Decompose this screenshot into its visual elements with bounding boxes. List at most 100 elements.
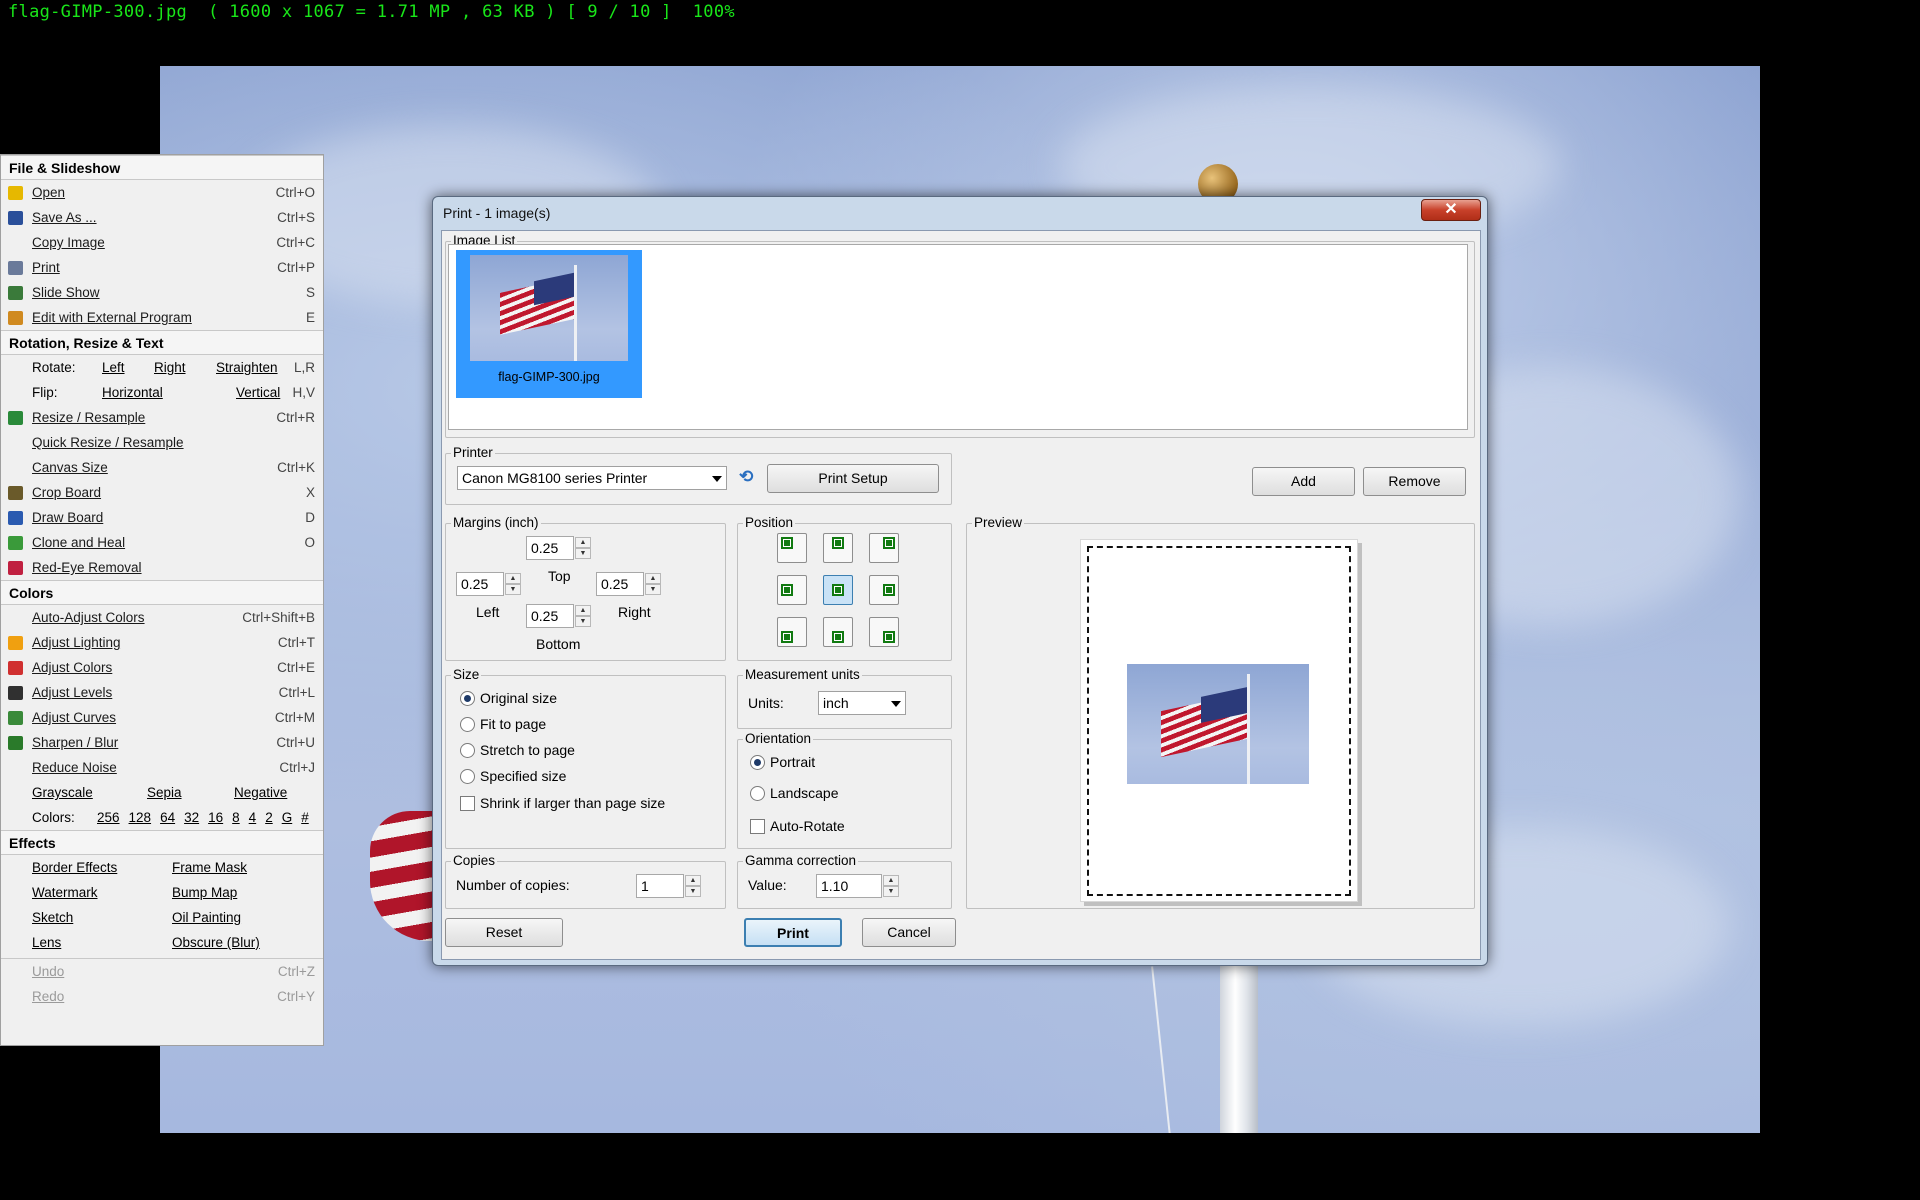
color-depth-link[interactable]: 128 [129, 810, 152, 825]
margin-top-input[interactable]: 0.25 ▲ ▼ [526, 536, 591, 560]
margin-top-spinner[interactable]: ▲ ▼ [575, 537, 591, 559]
menu-item-adjust-levels[interactable]: Adjust Levels Ctrl+L [1, 680, 323, 705]
menu-item-adjust-lighting[interactable]: Adjust Lighting Ctrl+T [1, 630, 323, 655]
position-center-button[interactable] [823, 575, 853, 605]
size-stretch-radio[interactable]: Stretch to page [460, 740, 575, 760]
effect-link[interactable]: Oil Painting [172, 905, 241, 930]
color-depth-link[interactable]: 8 [232, 810, 240, 825]
effect-link[interactable]: Border Effects [32, 855, 117, 880]
rotate-right-link[interactable]: Right [154, 355, 186, 380]
margin-bottom-input[interactable]: 0.25 ▲ ▼ [526, 604, 591, 628]
menu-item-quick-resize-resample[interactable]: Quick Resize / Resample [1, 430, 323, 455]
effect-link[interactable]: Obscure (Blur) [172, 930, 260, 955]
menu-item-adjust-colors[interactable]: Adjust Colors Ctrl+E [1, 655, 323, 680]
menu-item-adjust-curves[interactable]: Adjust Curves Ctrl+M [1, 705, 323, 730]
margin-right-input[interactable]: 0.25 ▲ ▼ [596, 572, 661, 596]
menu-item-label: Adjust Colors [32, 660, 113, 675]
gamma-spinner[interactable]: ▲ ▼ [883, 875, 899, 897]
rotate-left-link[interactable]: Left [102, 355, 125, 380]
menu-item-undo[interactable]: Undo Ctrl+Z [1, 959, 323, 984]
levels-icon [8, 686, 23, 700]
negative-link[interactable]: Negative [234, 780, 287, 805]
color-depth-link[interactable]: 256 [97, 810, 120, 825]
menu-item-canvas-size[interactable]: Canvas Size Ctrl+K [1, 455, 323, 480]
menu-item-print[interactable]: Print Ctrl+P [1, 255, 323, 280]
copies-spinner[interactable]: ▲ ▼ [685, 875, 701, 897]
remove-button[interactable]: Remove [1363, 467, 1466, 496]
color-depth-link[interactable]: 4 [249, 810, 257, 825]
position-marker-icon [781, 584, 793, 596]
flip-vertical-link[interactable]: Vertical [236, 380, 280, 405]
refresh-icon[interactable]: ⟲ [739, 467, 759, 487]
menu-item-copy-image[interactable]: Copy Image Ctrl+C [1, 230, 323, 255]
position-top-left-button[interactable] [777, 533, 807, 563]
color-depth-link[interactable]: 2 [265, 810, 273, 825]
menu-item-label: Draw Board [32, 510, 104, 525]
menu-item-sharpen-blur[interactable]: Sharpen / Blur Ctrl+U [1, 730, 323, 755]
print-setup-button[interactable]: Print Setup [767, 464, 939, 493]
add-button[interactable]: Add [1252, 467, 1355, 496]
margin-bottom-spinner[interactable]: ▲ ▼ [575, 605, 591, 627]
size-original-radio[interactable]: Original size [460, 688, 557, 708]
size-fit-radio[interactable]: Fit to page [460, 714, 546, 734]
menu-effects-row: Lens Obscure (Blur) [1, 930, 323, 955]
menu-item-auto-adjust-colors[interactable]: Auto-Adjust Colors Ctrl+Shift+B [1, 605, 323, 630]
effect-link[interactable]: Lens [32, 930, 61, 955]
color-depth-link[interactable]: 32 [184, 810, 199, 825]
color-depth-link[interactable]: # [301, 810, 309, 825]
menu-item-red-eye-removal[interactable]: Red-Eye Removal [1, 555, 323, 580]
auto-rotate-checkbox[interactable]: Auto-Rotate [750, 816, 845, 836]
cancel-button[interactable]: Cancel [862, 918, 956, 947]
image-list-item[interactable]: flag-GIMP-300.jpg [456, 250, 642, 398]
flip-horizontal-link[interactable]: Horizontal [102, 380, 163, 405]
margin-right-spinner[interactable]: ▲ ▼ [645, 573, 661, 595]
position-bottom-center-button[interactable] [823, 617, 853, 647]
position-top-center-button[interactable] [823, 533, 853, 563]
position-bottom-left-button[interactable] [777, 617, 807, 647]
position-middle-right-button[interactable] [869, 575, 899, 605]
printer-select[interactable]: Canon MG8100 series Printer [457, 466, 727, 490]
menu-item-open[interactable]: Open Ctrl+O [1, 180, 323, 205]
menu-item-label: Auto-Adjust Colors [32, 610, 145, 625]
shrink-checkbox[interactable]: Shrink if larger than page size [460, 793, 665, 813]
menu-item-label: Resize / Resample [32, 410, 146, 425]
effect-link[interactable]: Sketch [32, 905, 73, 930]
menu-item-resize-resample[interactable]: Resize / Resample Ctrl+R [1, 405, 323, 430]
position-top-right-button[interactable] [869, 533, 899, 563]
effect-link[interactable]: Bump Map [172, 880, 237, 905]
menu-item-slide-show[interactable]: Slide Show S [1, 280, 323, 305]
position-middle-left-button[interactable] [777, 575, 807, 605]
gamma-input[interactable]: 1.10 ▲ ▼ [816, 874, 899, 898]
effect-link[interactable]: Watermark [32, 880, 98, 905]
menu-item-label: Open [32, 185, 66, 200]
menu-item-redo[interactable]: Redo Ctrl+Y [1, 984, 323, 1009]
color-depth-link[interactable]: 64 [160, 810, 175, 825]
reset-button[interactable]: Reset [445, 918, 563, 947]
effect-link[interactable]: Frame Mask [172, 855, 247, 880]
menu-item-shortcut: Ctrl+M [274, 710, 315, 725]
landscape-radio[interactable]: Landscape [750, 783, 839, 803]
menu-item-clone-and-heal[interactable]: Clone and Heal O [1, 530, 323, 555]
position-bottom-right-button[interactable] [869, 617, 899, 647]
print-button[interactable]: Print [744, 918, 842, 947]
margin-left-input[interactable]: 0.25 ▲ ▼ [456, 572, 521, 596]
rotate-straighten-link[interactable]: Straighten [216, 355, 278, 380]
margin-left-spinner[interactable]: ▲ ▼ [505, 573, 521, 595]
spin-up-icon: ▲ [883, 875, 899, 886]
menu-flip-row: Flip: Horizontal Vertical H,V [1, 380, 323, 405]
color-depth-link[interactable]: G [282, 810, 293, 825]
copies-input[interactable]: 1 ▲ ▼ [636, 874, 701, 898]
menu-item-crop-board[interactable]: Crop Board X [1, 480, 323, 505]
close-button[interactable]: ✕ [1421, 199, 1481, 221]
menu-item-save-as[interactable]: Save As ... Ctrl+S [1, 205, 323, 230]
menu-item-edit-with-external-program[interactable]: Edit with External Program E [1, 305, 323, 330]
redo-label: Redo [32, 989, 65, 1004]
sepia-link[interactable]: Sepia [147, 780, 182, 805]
grayscale-link[interactable]: Grayscale [32, 780, 93, 805]
menu-item-draw-board[interactable]: Draw Board D [1, 505, 323, 530]
portrait-radio[interactable]: Portrait [750, 752, 815, 772]
menu-item-reduce-noise[interactable]: Reduce Noise Ctrl+J [1, 755, 323, 780]
size-specified-radio[interactable]: Specified size [460, 766, 566, 786]
units-select[interactable]: inch [818, 691, 906, 715]
color-depth-link[interactable]: 16 [208, 810, 223, 825]
